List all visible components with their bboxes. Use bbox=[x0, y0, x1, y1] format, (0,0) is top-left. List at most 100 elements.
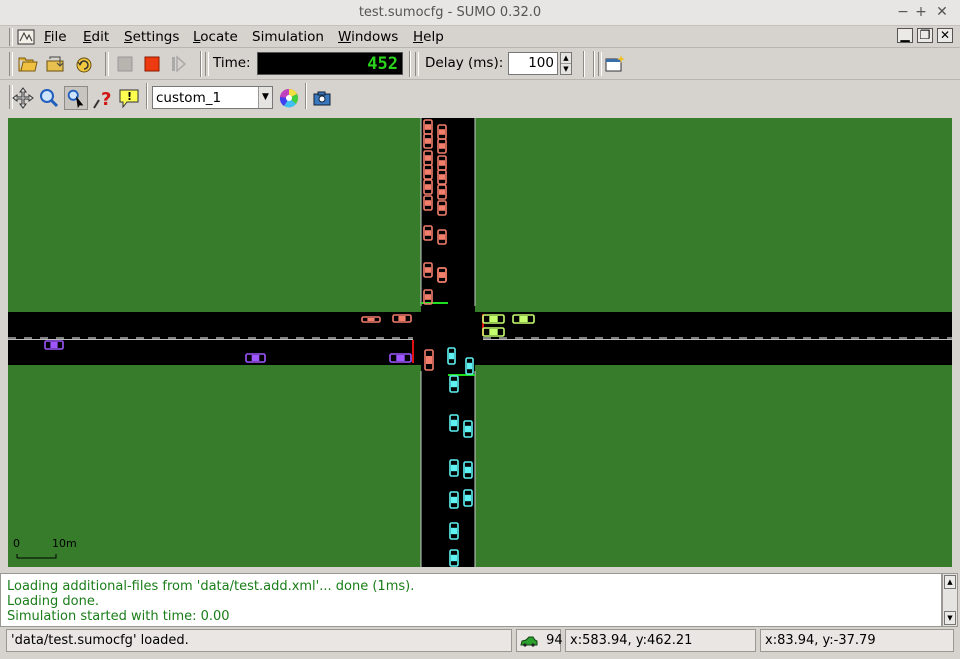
sumo-app-icon bbox=[17, 29, 35, 45]
delay-label: Delay (ms): bbox=[425, 55, 504, 71]
menu-simulation[interactable]: Simulation bbox=[252, 29, 324, 45]
vehicle-body bbox=[439, 129, 445, 135]
vehicle-body bbox=[439, 143, 445, 149]
delay-spinner[interactable]: ▲ ▼ bbox=[560, 52, 572, 75]
sumo-window: test.sumocfg - SUMO 0.32.0 − + ✕ File Ed… bbox=[0, 0, 960, 659]
toolbar-separator bbox=[409, 51, 411, 77]
vehicle-body bbox=[465, 466, 471, 474]
message-line: Loading done. bbox=[7, 594, 99, 609]
zoom-icon[interactable] bbox=[37, 86, 61, 110]
vehicle-body bbox=[467, 362, 472, 370]
close-button[interactable]: ✕ bbox=[933, 3, 951, 21]
svg-text:!: ! bbox=[127, 90, 132, 103]
vehicle-body bbox=[465, 425, 471, 433]
toolbar-grip[interactable] bbox=[598, 52, 602, 76]
mdi-restore-button[interactable]: ❐ bbox=[917, 28, 933, 43]
new-view-icon[interactable] bbox=[603, 52, 627, 76]
vehicle-body bbox=[398, 316, 406, 321]
scale-end-label: 10m bbox=[52, 537, 77, 550]
simulation-canvas[interactable]: 0 10m bbox=[8, 118, 952, 567]
menu-settings[interactable]: Settings bbox=[124, 29, 179, 45]
locate-icon[interactable] bbox=[64, 86, 88, 110]
time-display: 452 bbox=[257, 52, 403, 75]
spin-up-icon[interactable]: ▲ bbox=[561, 53, 571, 64]
delay-input[interactable]: 100 bbox=[508, 52, 558, 75]
vehicle-body bbox=[426, 356, 432, 364]
scroll-up-icon[interactable]: ▲ bbox=[944, 575, 956, 589]
toolbar-separator bbox=[146, 83, 148, 109]
open-folder-icon[interactable] bbox=[16, 52, 40, 76]
color-wheel-icon[interactable] bbox=[277, 86, 301, 110]
vehicle-body bbox=[50, 342, 58, 348]
vehicle-body bbox=[449, 352, 454, 360]
mdi-close-button[interactable]: ✕ bbox=[937, 28, 953, 43]
recenter-view-icon[interactable] bbox=[11, 86, 35, 110]
vehicle-body bbox=[439, 189, 445, 195]
vehicle-body bbox=[425, 294, 431, 300]
vehicle-body bbox=[396, 355, 405, 361]
toolbar-separator bbox=[305, 83, 307, 109]
car-icon bbox=[520, 636, 538, 647]
vehicle-body bbox=[425, 138, 431, 144]
toolbar-grip[interactable] bbox=[415, 52, 419, 76]
toolbar-grip[interactable] bbox=[9, 52, 13, 76]
vehicle-body bbox=[439, 205, 445, 211]
vehicle-body bbox=[439, 234, 445, 240]
message-scrollbar[interactable]: ▲ ▼ bbox=[942, 573, 958, 627]
spin-down-icon[interactable]: ▼ bbox=[561, 64, 571, 75]
vehicle-body bbox=[425, 155, 431, 161]
scale-bar bbox=[16, 554, 57, 559]
mdi-minimize-button[interactable]: ▁ bbox=[897, 28, 913, 43]
stop-button[interactable] bbox=[140, 52, 164, 76]
menu-locate[interactable]: Locate bbox=[193, 29, 238, 45]
simulation-toolbar: Time: 452 Delay (ms): 100 ▲ ▼ bbox=[0, 48, 960, 80]
vehicle-body bbox=[425, 169, 431, 175]
toolbar-separator bbox=[593, 51, 595, 77]
toolbar-separator bbox=[200, 51, 202, 77]
maximize-button[interactable]: + bbox=[912, 3, 930, 21]
vehicle-body bbox=[251, 355, 260, 361]
status-bar: 'data/test.sumocfg' loaded. 94 x:583.94,… bbox=[0, 628, 960, 659]
color-scheme-select[interactable]: custom_1 ▼ bbox=[152, 86, 273, 109]
vehicle-body bbox=[425, 267, 431, 273]
menu-grip[interactable] bbox=[9, 28, 13, 46]
menu-edit[interactable]: Edit bbox=[83, 29, 109, 45]
geo-coordinates: x:83.94, y:-37.79 bbox=[760, 629, 954, 652]
svg-text:?: ? bbox=[101, 89, 111, 110]
reload-icon[interactable] bbox=[44, 52, 68, 76]
title-bar: test.sumocfg - SUMO 0.32.0 − + ✕ bbox=[0, 0, 960, 26]
menu-help[interactable]: Help bbox=[413, 29, 444, 45]
menu-bar: File Edit Settings Locate Simulation Win… bbox=[0, 26, 960, 48]
vehicle-count: 94 bbox=[546, 633, 563, 648]
vehicle-body bbox=[465, 494, 471, 502]
status-message: 'data/test.sumocfg' loaded. bbox=[6, 629, 512, 652]
vehicle-body bbox=[451, 554, 457, 562]
camera-icon[interactable] bbox=[310, 86, 334, 110]
step-button[interactable] bbox=[167, 52, 191, 76]
query-info-icon[interactable]: ? bbox=[91, 86, 115, 110]
toolbar-grip[interactable] bbox=[105, 52, 109, 76]
vehicle-body bbox=[489, 329, 498, 335]
menu-windows[interactable]: Windows bbox=[338, 29, 398, 45]
toolbar-separator bbox=[583, 51, 585, 77]
scroll-down-icon[interactable]: ▼ bbox=[944, 611, 956, 625]
menu-file[interactable]: File bbox=[44, 29, 67, 45]
color-scheme-value: custom_1 bbox=[156, 90, 222, 106]
message-line: Simulation started with time: 0.00 bbox=[7, 609, 230, 624]
start-button[interactable] bbox=[113, 52, 137, 76]
vehicle-body bbox=[451, 527, 457, 535]
window-title: test.sumocfg - SUMO 0.32.0 bbox=[358, 5, 542, 20]
cursor-coordinates: x:583.94, y:462.21 bbox=[565, 629, 756, 652]
chevron-down-icon[interactable]: ▼ bbox=[258, 87, 272, 108]
vehicle-body bbox=[451, 496, 457, 504]
vehicle-body bbox=[367, 318, 375, 321]
tooltip-toggle-icon[interactable]: ! bbox=[117, 86, 141, 110]
vehicle-count-box: 94 bbox=[516, 629, 563, 652]
reload-network-icon[interactable] bbox=[72, 52, 96, 76]
toolbar-grip[interactable] bbox=[205, 52, 209, 76]
time-label: Time: bbox=[213, 55, 251, 71]
vehicle-body bbox=[425, 200, 431, 206]
view-toolbar: ? ! custom_1 ▼ bbox=[0, 80, 960, 114]
minimize-button[interactable]: − bbox=[894, 3, 912, 21]
vehicle-body bbox=[425, 124, 431, 130]
